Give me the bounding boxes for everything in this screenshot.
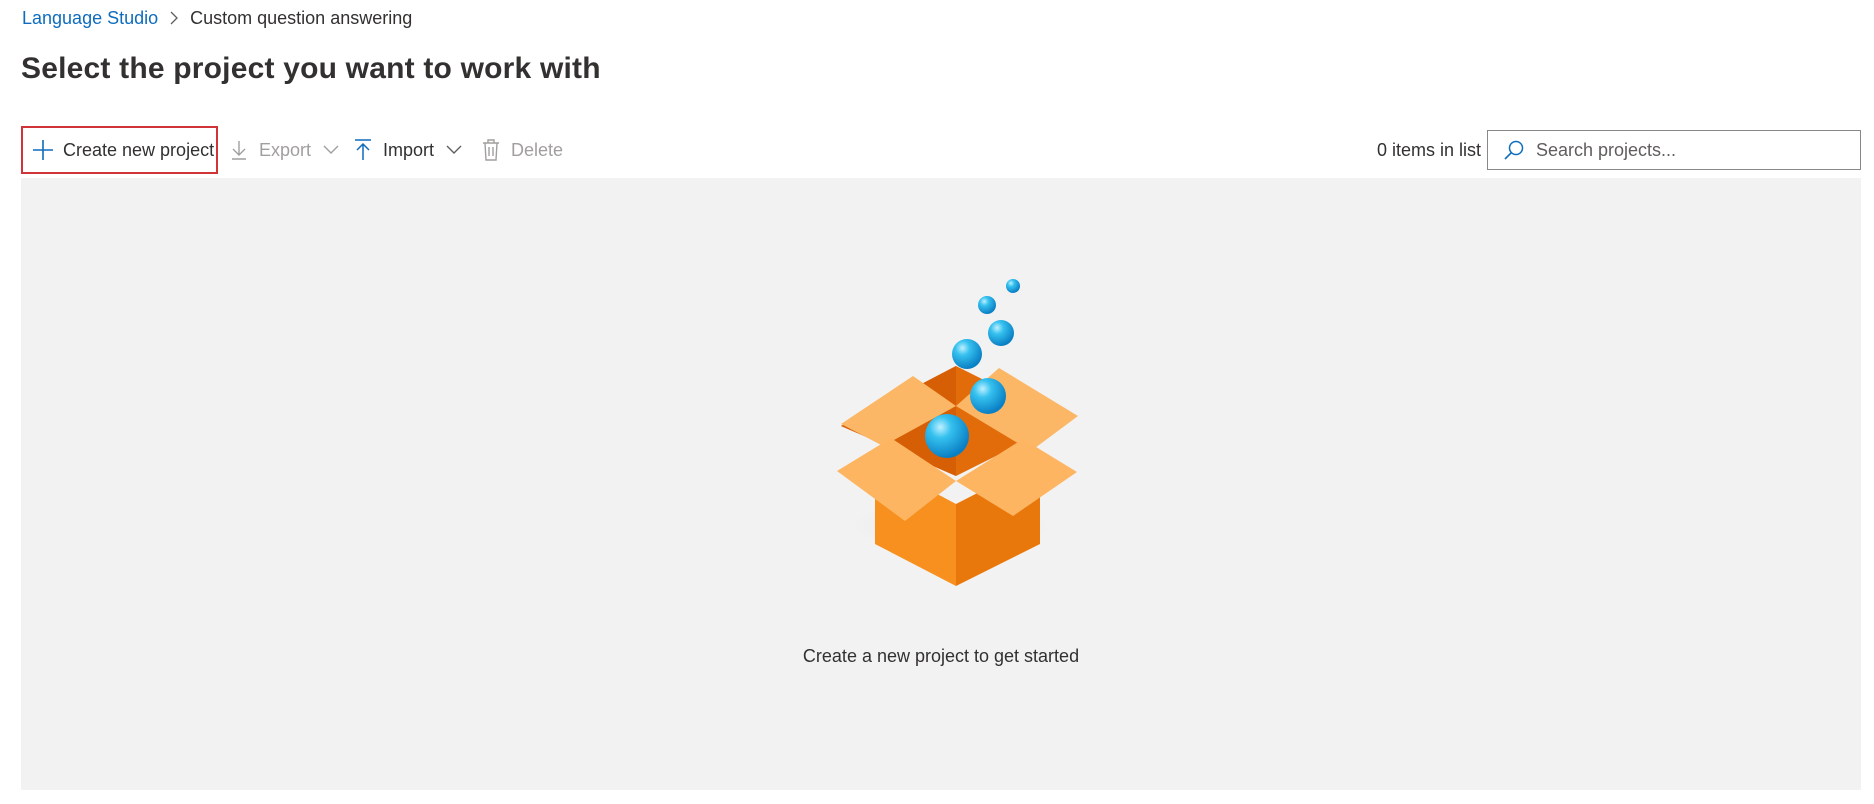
search-box[interactable]	[1487, 130, 1861, 170]
delete-button[interactable]: Delete	[479, 126, 563, 174]
trash-icon	[479, 138, 503, 162]
create-new-project-button[interactable]: Create new project	[21, 126, 218, 174]
upload-icon	[351, 138, 375, 162]
empty-state-message: Create a new project to get started	[802, 646, 1080, 666]
chevron-down-icon	[321, 140, 341, 160]
delete-label: Delete	[511, 139, 564, 160]
chevron-right-icon	[158, 6, 190, 30]
command-bar: Create new project Export Import Delete …	[21, 126, 1861, 174]
breadcrumb-language-studio-link[interactable]: Language Studio	[22, 8, 158, 29]
page-title: Select the project you want to work with	[21, 52, 601, 85]
download-icon	[227, 138, 251, 162]
breadcrumb: Language Studio Custom question answerin…	[22, 6, 412, 30]
export-button[interactable]: Export	[227, 126, 341, 174]
open-box-illustration	[801, 276, 1121, 606]
import-label: Import	[383, 139, 435, 160]
items-count: 0 items in list	[1376, 139, 1481, 160]
project-list-empty-state: Create a new project to get started	[21, 178, 1861, 790]
chevron-down-icon	[444, 140, 464, 160]
search-input[interactable]	[1534, 138, 1848, 162]
export-label: Export	[259, 139, 312, 160]
add-icon	[31, 138, 55, 162]
import-button[interactable]: Import	[351, 126, 464, 174]
search-icon	[1502, 138, 1526, 162]
create-new-project-label: Create new project	[63, 139, 215, 160]
breadcrumb-current: Custom question answering	[190, 7, 413, 28]
